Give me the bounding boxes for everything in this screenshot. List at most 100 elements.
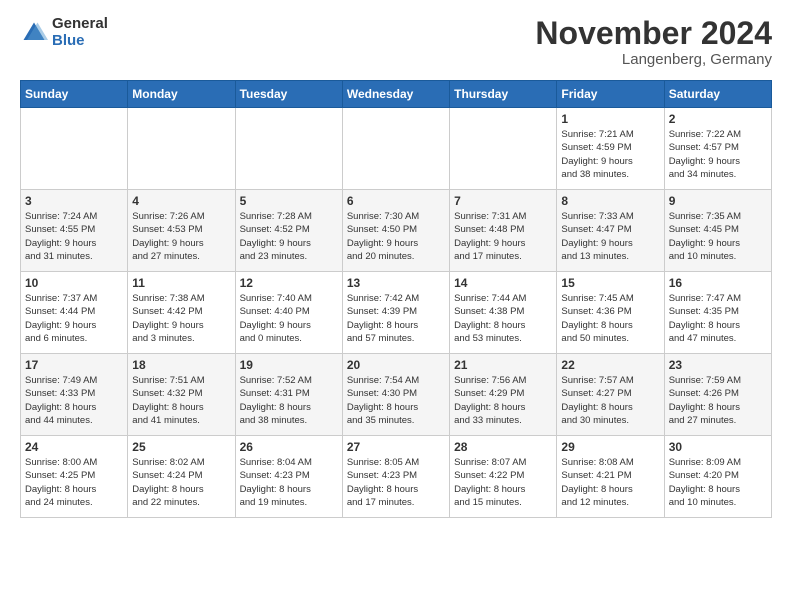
day-cell: 28 Sunrise: 8:07 AM Sunset: 4:22 PM Dayli… xyxy=(450,436,557,518)
col-header-saturday: Saturday xyxy=(664,81,771,108)
title-block: November 2024 Langenberg, Germany xyxy=(535,16,772,68)
day-number: 27 xyxy=(347,440,445,454)
day-info: Sunrise: 7:31 AM Sunset: 4:48 PM Dayligh… xyxy=(454,210,552,263)
day-cell xyxy=(342,108,449,190)
day-info: Sunrise: 8:09 AM Sunset: 4:20 PM Dayligh… xyxy=(669,456,767,509)
day-cell: 29Sunrise: 8:08 AM Sunset: 4:21 PM Dayli… xyxy=(557,436,664,518)
day-info: Sunrise: 7:30 AM Sunset: 4:50 PM Dayligh… xyxy=(347,210,445,263)
logo-icon xyxy=(20,19,48,47)
day-cell: 24 Sunrise: 8:00 AM Sunset: 4:25 PM Dayli… xyxy=(21,436,128,518)
week-row-0: 1 Sunrise: 7:21 AM Sunset: 4:59 PM Daylig… xyxy=(21,108,772,190)
day-info: Sunrise: 7:24 AM Sunset: 4:55 PM Dayligh… xyxy=(25,210,123,263)
day-info: Sunrise: 7:22 AM Sunset: 4:57 PM Dayligh… xyxy=(669,128,767,181)
day-info: Sunrise: 7:42 AM Sunset: 4:39 PM Dayligh… xyxy=(347,292,445,345)
day-cell xyxy=(21,108,128,190)
day-info: Sunrise: 7:56 AM Sunset: 4:29 PM Dayligh… xyxy=(454,374,552,427)
day-cell xyxy=(235,108,342,190)
day-cell: 15Sunrise: 7:45 AM Sunset: 4:36 PM Dayli… xyxy=(557,272,664,354)
day-cell: 2 Sunrise: 7:22 AM Sunset: 4:57 PM Daylig… xyxy=(664,108,771,190)
day-number: 24 xyxy=(25,440,123,454)
day-info: Sunrise: 7:51 AM Sunset: 4:32 PM Dayligh… xyxy=(132,374,230,427)
day-number: 7 xyxy=(454,194,552,208)
day-number: 22 xyxy=(561,358,659,372)
day-number: 29 xyxy=(561,440,659,454)
day-number: 9 xyxy=(669,194,767,208)
col-header-friday: Friday xyxy=(557,81,664,108)
day-number: 1 xyxy=(561,112,659,126)
day-cell xyxy=(128,108,235,190)
day-cell: 16 Sunrise: 7:47 AM Sunset: 4:35 PM Dayli… xyxy=(664,272,771,354)
day-cell: 10Sunrise: 7:37 AM Sunset: 4:44 PM Dayli… xyxy=(21,272,128,354)
day-info: Sunrise: 7:59 AM Sunset: 4:26 PM Dayligh… xyxy=(669,374,767,427)
day-number: 15 xyxy=(561,276,659,290)
day-number: 30 xyxy=(669,440,767,454)
day-cell: 18 Sunrise: 7:51 AM Sunset: 4:32 PM Dayli… xyxy=(128,354,235,436)
day-number: 13 xyxy=(347,276,445,290)
day-number: 2 xyxy=(669,112,767,126)
week-row-3: 17 Sunrise: 7:49 AM Sunset: 4:33 PM Dayli… xyxy=(21,354,772,436)
day-number: 14 xyxy=(454,276,552,290)
day-cell: 19Sunrise: 7:52 AM Sunset: 4:31 PM Dayli… xyxy=(235,354,342,436)
day-cell: 11 Sunrise: 7:38 AM Sunset: 4:42 PM Dayli… xyxy=(128,272,235,354)
day-info: Sunrise: 7:40 AM Sunset: 4:40 PM Dayligh… xyxy=(240,292,338,345)
day-cell: 14 Sunrise: 7:44 AM Sunset: 4:38 PM Dayli… xyxy=(450,272,557,354)
day-cell: 26Sunrise: 8:04 AM Sunset: 4:23 PM Dayli… xyxy=(235,436,342,518)
day-number: 25 xyxy=(132,440,230,454)
logo-text: General Blue xyxy=(52,16,108,49)
day-cell: 4 Sunrise: 7:26 AM Sunset: 4:53 PM Daylig… xyxy=(128,190,235,272)
day-number: 11 xyxy=(132,276,230,290)
day-number: 18 xyxy=(132,358,230,372)
day-cell: 20Sunrise: 7:54 AM Sunset: 4:30 PM Dayli… xyxy=(342,354,449,436)
col-header-monday: Monday xyxy=(128,81,235,108)
day-info: Sunrise: 7:26 AM Sunset: 4:53 PM Dayligh… xyxy=(132,210,230,263)
day-info: Sunrise: 7:44 AM Sunset: 4:38 PM Dayligh… xyxy=(454,292,552,345)
calendar-table: SundayMondayTuesdayWednesdayThursdayFrid… xyxy=(20,80,772,518)
header-row: SundayMondayTuesdayWednesdayThursdayFrid… xyxy=(21,81,772,108)
day-cell: 22 Sunrise: 7:57 AM Sunset: 4:27 PM Dayli… xyxy=(557,354,664,436)
day-cell: 3 Sunrise: 7:24 AM Sunset: 4:55 PM Daylig… xyxy=(21,190,128,272)
day-number: 20 xyxy=(347,358,445,372)
day-info: Sunrise: 7:35 AM Sunset: 4:45 PM Dayligh… xyxy=(669,210,767,263)
location: Langenberg, Germany xyxy=(535,51,772,68)
week-row-2: 10Sunrise: 7:37 AM Sunset: 4:44 PM Dayli… xyxy=(21,272,772,354)
week-row-4: 24 Sunrise: 8:00 AM Sunset: 4:25 PM Dayli… xyxy=(21,436,772,518)
day-number: 19 xyxy=(240,358,338,372)
day-info: Sunrise: 7:57 AM Sunset: 4:27 PM Dayligh… xyxy=(561,374,659,427)
header: General Blue November 2024 Langenberg, G… xyxy=(20,16,772,68)
day-number: 4 xyxy=(132,194,230,208)
day-info: Sunrise: 7:49 AM Sunset: 4:33 PM Dayligh… xyxy=(25,374,123,427)
day-number: 12 xyxy=(240,276,338,290)
day-number: 6 xyxy=(347,194,445,208)
day-number: 23 xyxy=(669,358,767,372)
day-info: Sunrise: 7:33 AM Sunset: 4:47 PM Dayligh… xyxy=(561,210,659,263)
col-header-sunday: Sunday xyxy=(21,81,128,108)
day-number: 10 xyxy=(25,276,123,290)
day-info: Sunrise: 7:28 AM Sunset: 4:52 PM Dayligh… xyxy=(240,210,338,263)
day-info: Sunrise: 8:02 AM Sunset: 4:24 PM Dayligh… xyxy=(132,456,230,509)
day-cell: 21 Sunrise: 7:56 AM Sunset: 4:29 PM Dayli… xyxy=(450,354,557,436)
day-number: 5 xyxy=(240,194,338,208)
day-cell xyxy=(450,108,557,190)
col-header-thursday: Thursday xyxy=(450,81,557,108)
day-number: 3 xyxy=(25,194,123,208)
day-info: Sunrise: 8:05 AM Sunset: 4:23 PM Dayligh… xyxy=(347,456,445,509)
month-title: November 2024 xyxy=(535,16,772,51)
day-cell: 9 Sunrise: 7:35 AM Sunset: 4:45 PM Daylig… xyxy=(664,190,771,272)
col-header-wednesday: Wednesday xyxy=(342,81,449,108)
day-number: 28 xyxy=(454,440,552,454)
day-cell: 8 Sunrise: 7:33 AM Sunset: 4:47 PM Daylig… xyxy=(557,190,664,272)
day-number: 16 xyxy=(669,276,767,290)
day-info: Sunrise: 7:21 AM Sunset: 4:59 PM Dayligh… xyxy=(561,128,659,181)
day-cell: 1 Sunrise: 7:21 AM Sunset: 4:59 PM Daylig… xyxy=(557,108,664,190)
day-cell: 27 Sunrise: 8:05 AM Sunset: 4:23 PM Dayli… xyxy=(342,436,449,518)
day-info: Sunrise: 7:47 AM Sunset: 4:35 PM Dayligh… xyxy=(669,292,767,345)
day-number: 17 xyxy=(25,358,123,372)
day-info: Sunrise: 7:38 AM Sunset: 4:42 PM Dayligh… xyxy=(132,292,230,345)
day-info: Sunrise: 8:07 AM Sunset: 4:22 PM Dayligh… xyxy=(454,456,552,509)
day-info: Sunrise: 8:04 AM Sunset: 4:23 PM Dayligh… xyxy=(240,456,338,509)
day-number: 21 xyxy=(454,358,552,372)
day-number: 8 xyxy=(561,194,659,208)
day-info: Sunrise: 8:00 AM Sunset: 4:25 PM Dayligh… xyxy=(25,456,123,509)
day-cell: 6 Sunrise: 7:30 AM Sunset: 4:50 PM Daylig… xyxy=(342,190,449,272)
day-cell: 23 Sunrise: 7:59 AM Sunset: 4:26 PM Dayli… xyxy=(664,354,771,436)
